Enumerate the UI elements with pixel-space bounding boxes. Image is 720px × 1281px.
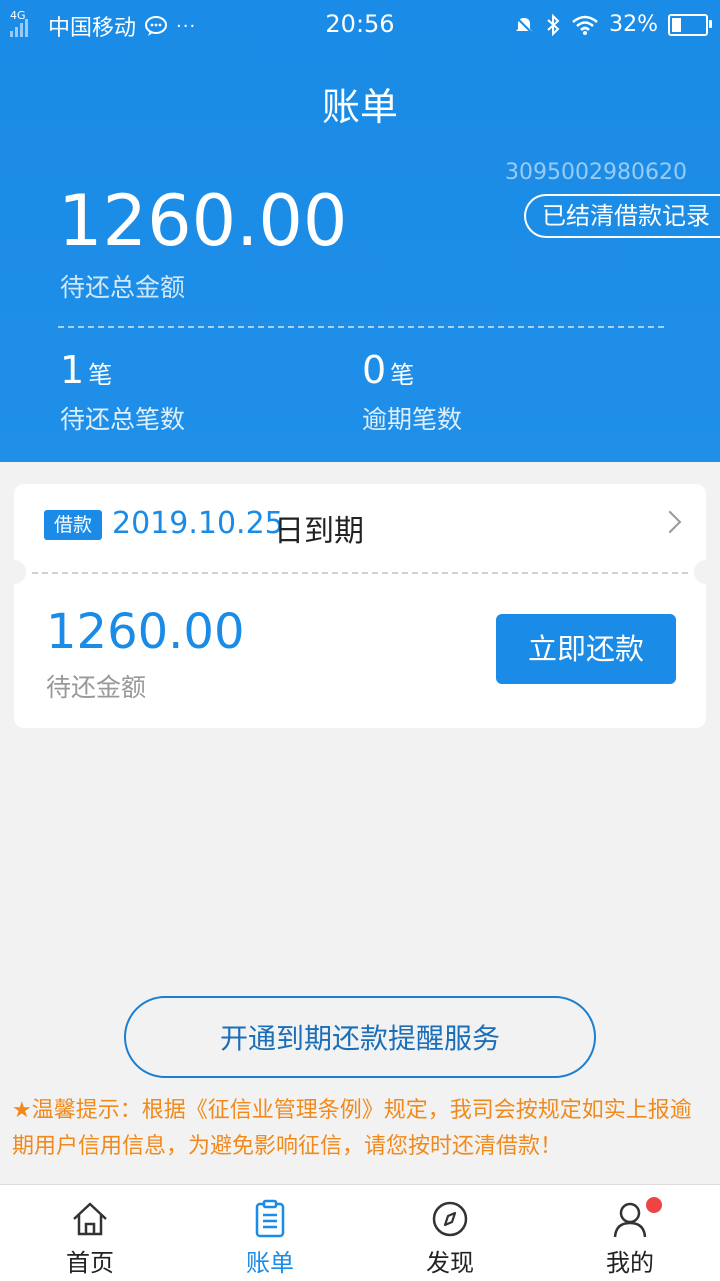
tab-bill[interactable]: 账单 [210,1185,330,1281]
tab-discover-label: 发现 [426,1249,474,1277]
battery-icon: ⚡ [668,13,712,36]
status-bar: 4G 中国移动 ··· 20:56 32% ⚡ [0,0,720,52]
tab-discover[interactable]: 发现 [390,1185,510,1281]
pending-count-label: 待还总笔数 [60,405,186,434]
bluetooth-icon [547,13,560,36]
user-icon [613,1202,647,1238]
total-amount: 1260.00 [58,180,348,262]
tab-mine[interactable]: 我的 [570,1185,690,1281]
loan-amount: 1260.00 [46,604,245,660]
tab-bill-label: 账单 [246,1249,294,1277]
settled-loans-button[interactable]: 已结清借款记录 [524,194,720,238]
battery-percent: 32% [609,12,658,37]
card-divider [32,572,688,574]
tab-home-label: 首页 [66,1249,114,1277]
overdue-count: 0 [362,348,387,392]
tab-mine-label: 我的 [606,1249,654,1277]
loan-amount-label: 待还金额 [46,673,147,702]
loan-card-header[interactable]: 借款 2019.10.25 日到期 [14,484,706,566]
overdue-count-block: 0笔 逾期笔数 [362,348,462,436]
loan-badge: 借款 [44,510,102,540]
due-date: 2019.10.25 [112,506,284,541]
due-suffix: 日到期 [274,514,364,549]
mute-icon [515,15,533,34]
loan-card: 借款 2019.10.25 日到期 1260.00 待还金额 立即还款 [2,484,718,728]
bill-icon [255,1199,285,1238]
compass-icon [432,1201,468,1237]
page-title: 账单 [321,85,398,129]
pending-unit: 笔 [88,361,113,389]
repay-now-button[interactable]: 立即还款 [496,614,676,684]
account-number: 3095002980620 [505,160,687,185]
enable-reminder-button[interactable]: 开通到期还款提醒服务 [124,996,596,1078]
notification-dot [646,1197,662,1213]
overdue-count-label: 逾期笔数 [362,405,463,434]
divider [58,326,664,328]
chevron-right-icon [658,510,682,534]
card-notch-right [694,560,718,584]
tab-bar: 首页 账单 发现 我的 [0,1184,720,1281]
pending-count-block: 1笔 待还总笔数 [60,348,185,436]
overdue-unit: 笔 [390,361,415,389]
total-amount-label: 待还总金额 [60,273,186,302]
header: 4G 中国移动 ··· 20:56 32% ⚡ 账单 3095002980620… [0,0,720,462]
pending-count: 1 [60,348,85,392]
wifi-icon [572,15,598,35]
tab-home[interactable]: 首页 [30,1185,150,1281]
home-icon [73,1202,107,1236]
card-notch-left [2,560,26,584]
credit-tip: ★温馨提示：根据《征信业管理条例》规定，我司会按规定如实上报逾期用户信用信息，为… [12,1098,692,1159]
